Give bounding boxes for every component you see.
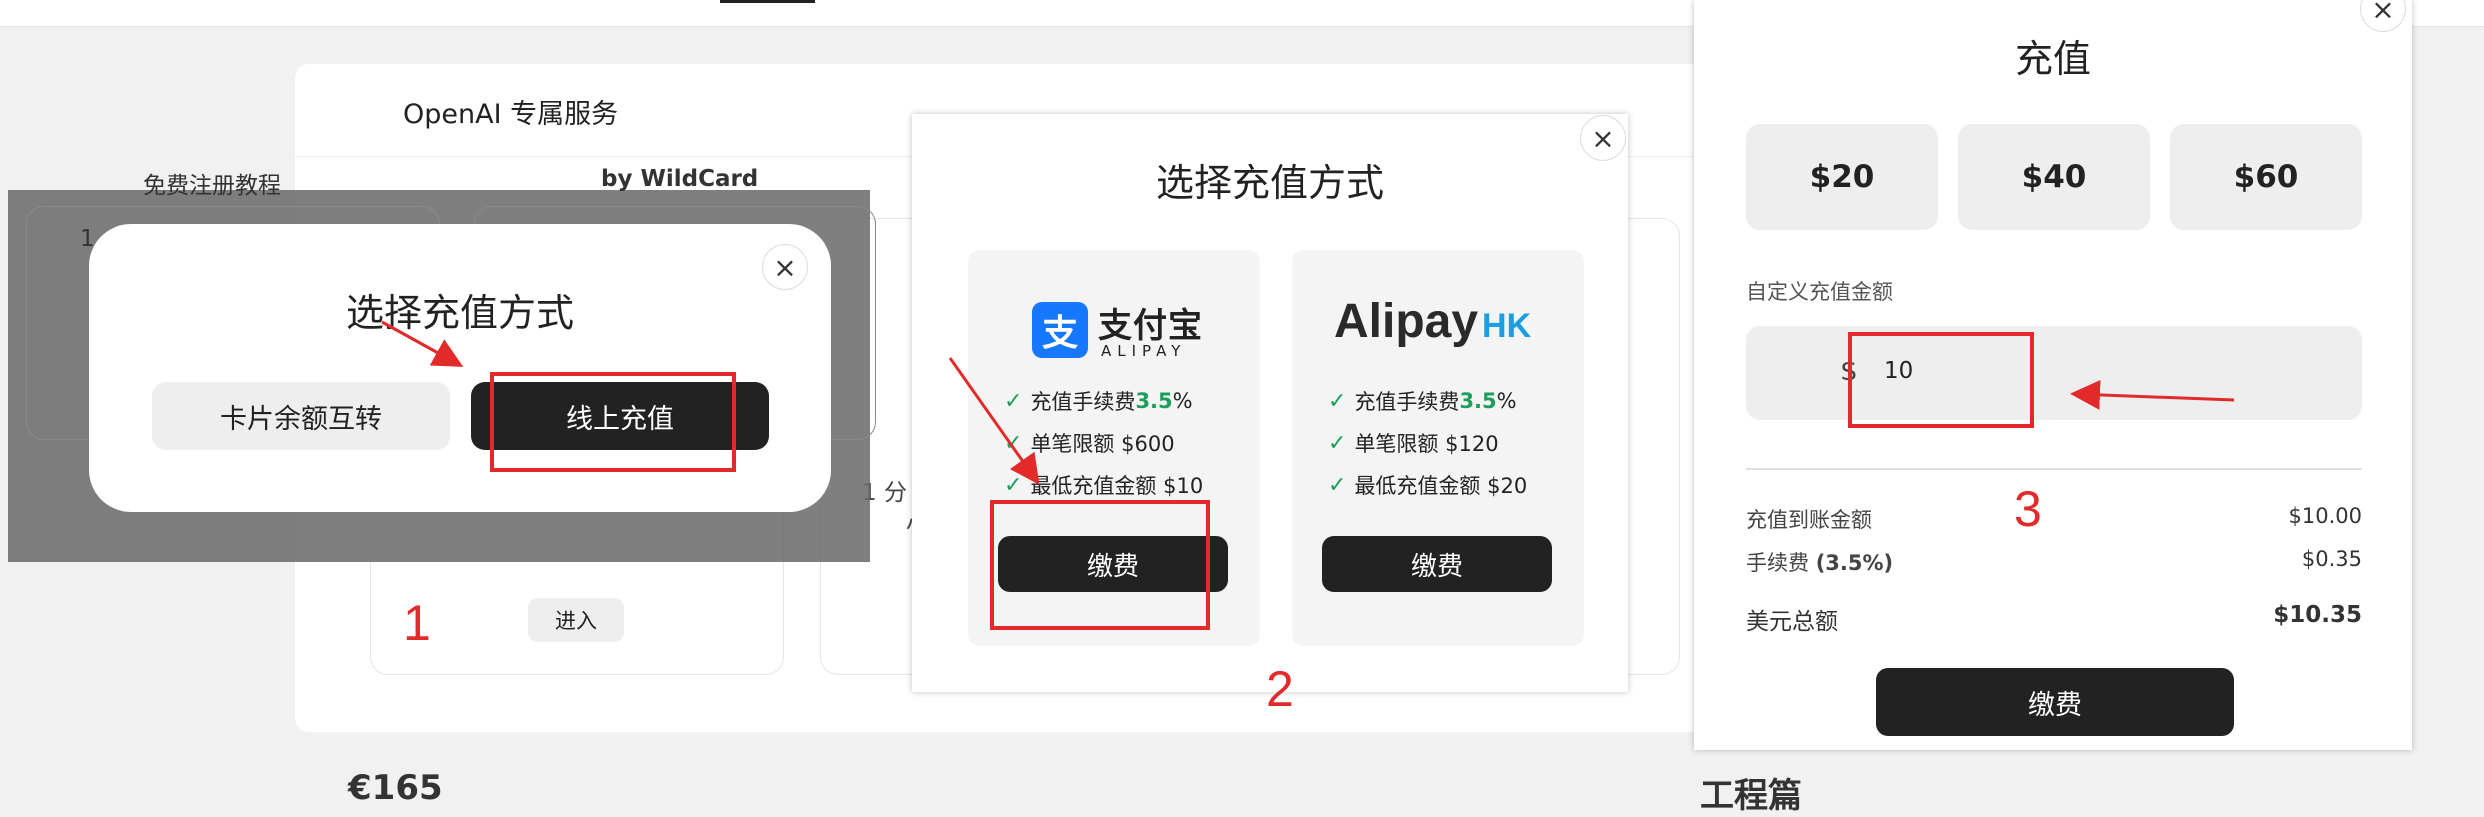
arrow-to-custom-amount bbox=[2070, 379, 2235, 410]
arrow-to-alipay-pay bbox=[948, 357, 1040, 485]
arrow-to-online-recharge bbox=[381, 320, 464, 367]
annotation-arrows bbox=[381, 320, 2235, 485]
